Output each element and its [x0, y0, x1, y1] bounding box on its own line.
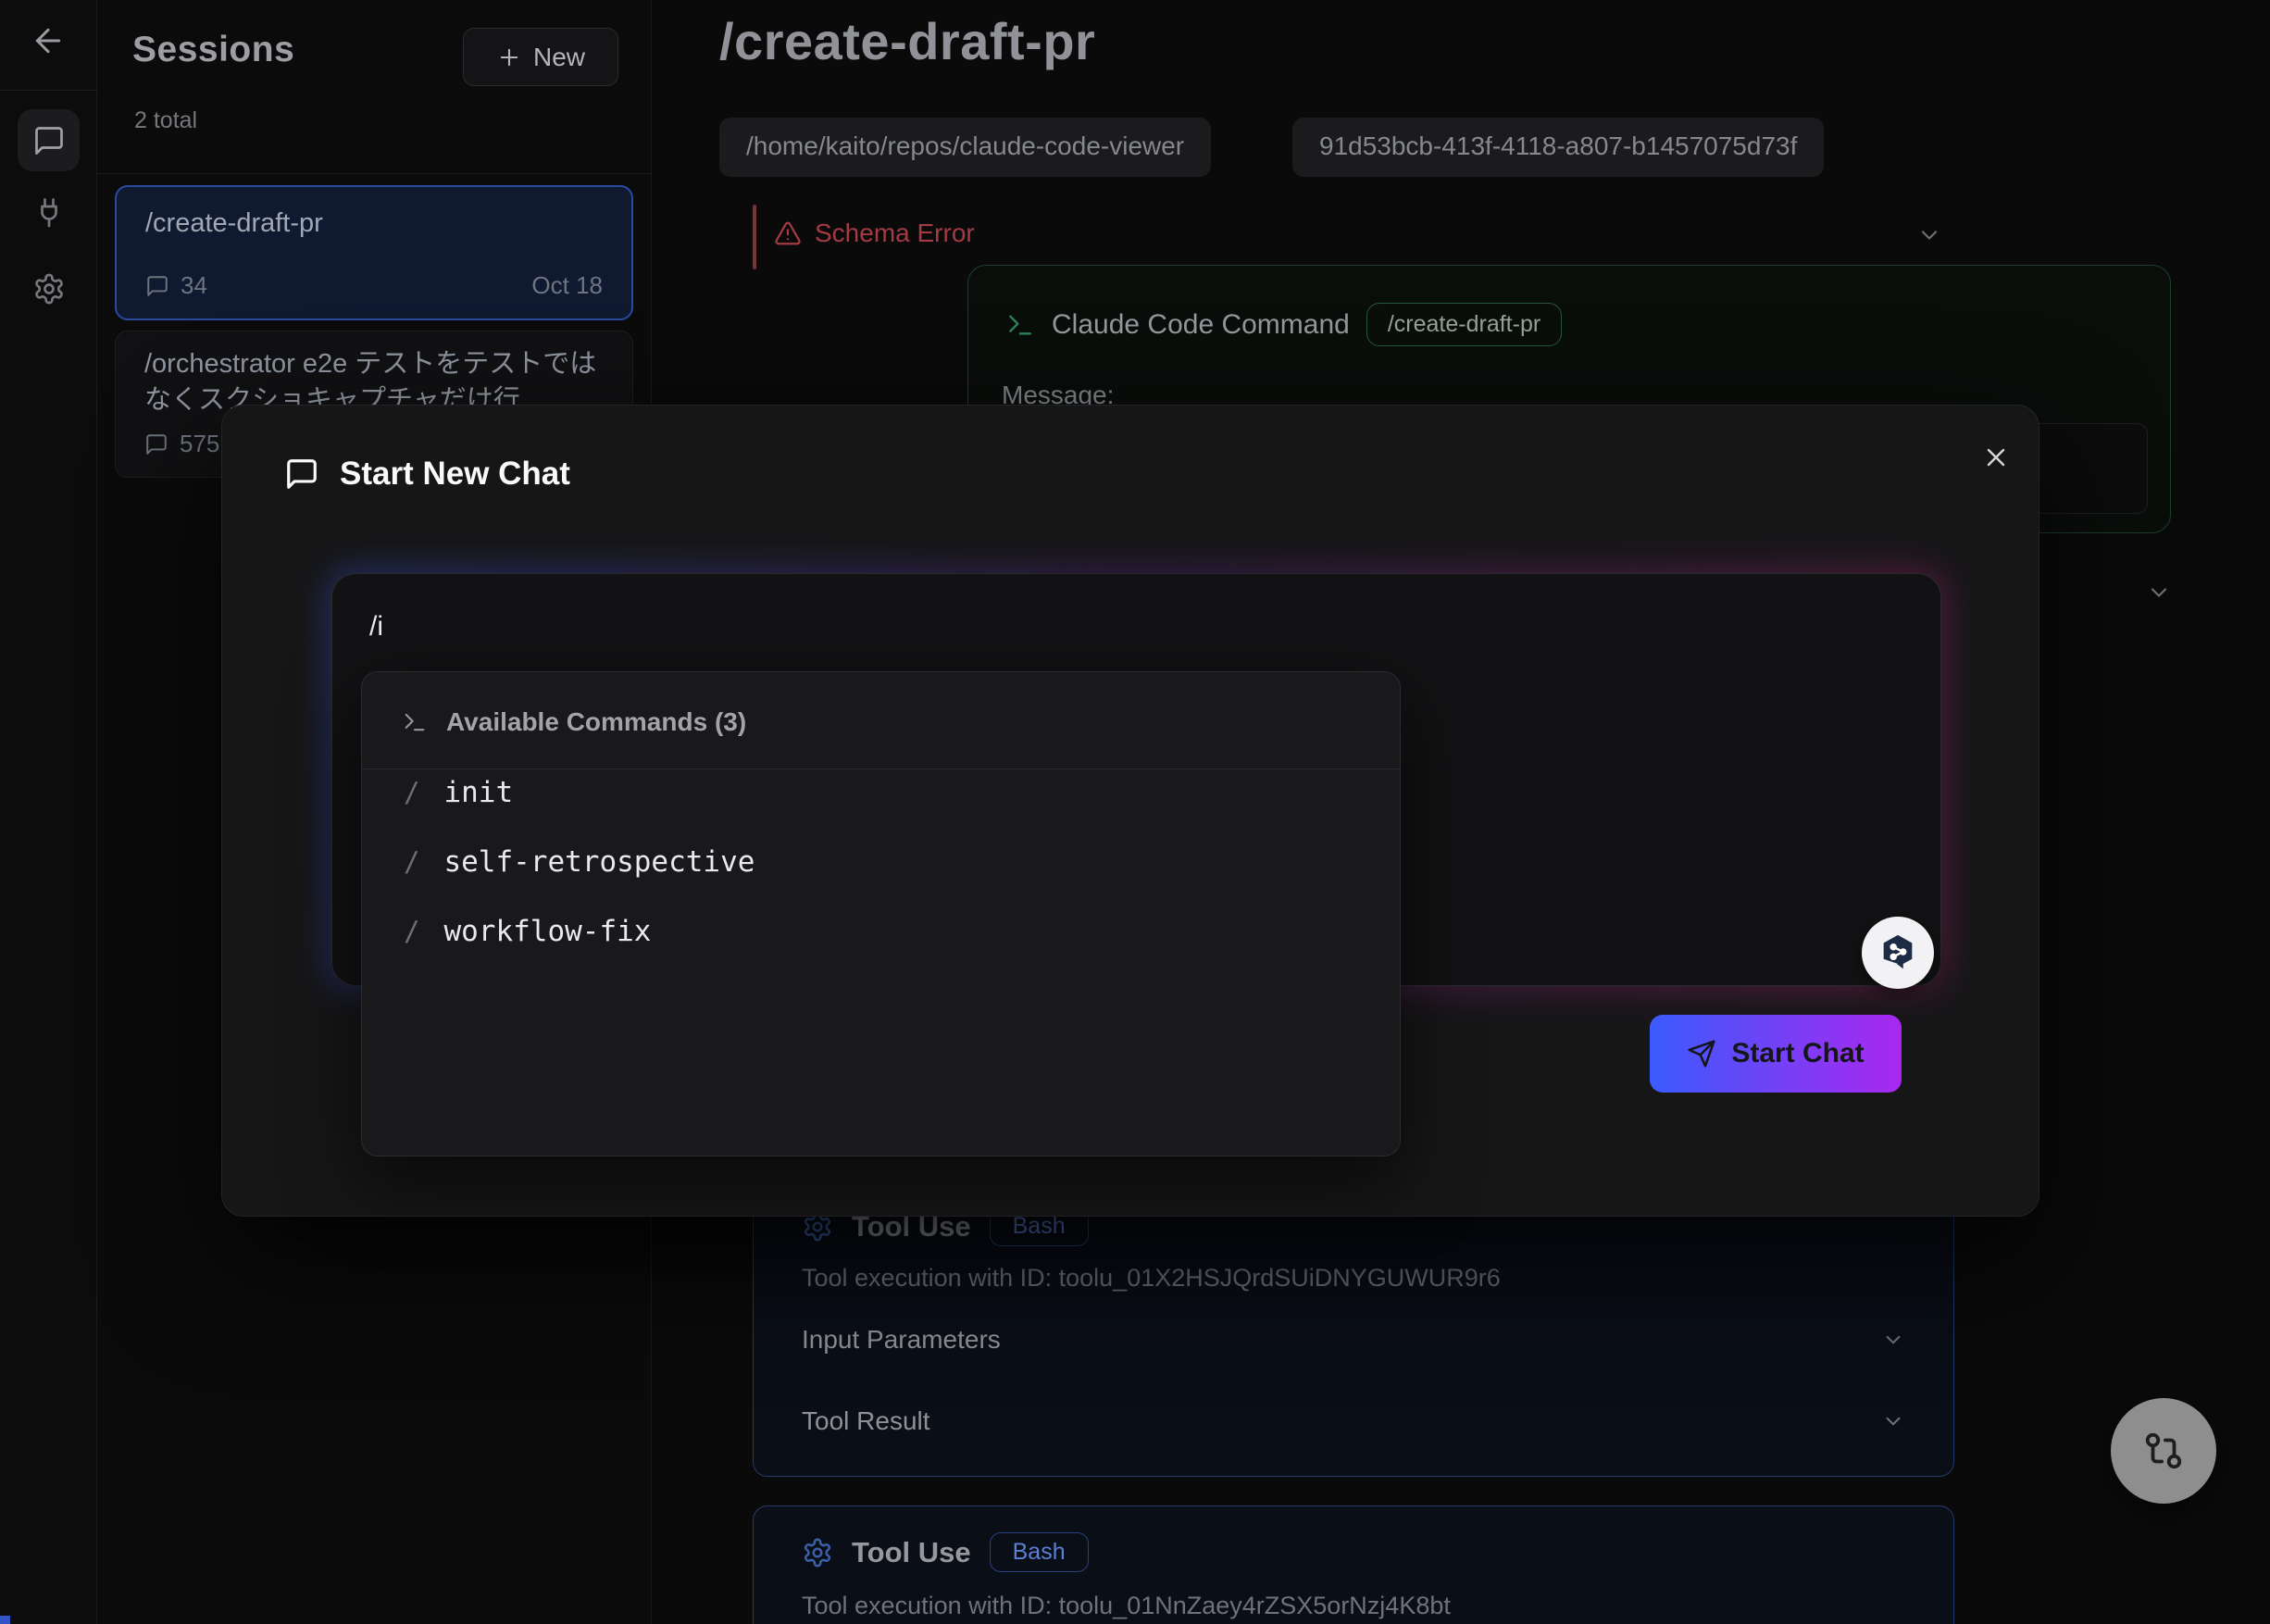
command-item-self-retrospective[interactable]: / self-retrospective — [404, 845, 755, 879]
start-chat-label: Start Chat — [1731, 1038, 1864, 1069]
chat-bubble-icon — [145, 274, 169, 298]
nav-sessions-button[interactable] — [18, 109, 80, 171]
tool-execution-id: Tool execution with ID: toolu_01NnZaey4r… — [802, 1592, 1451, 1620]
git-compare-fab[interactable] — [2111, 1398, 2216, 1504]
command-card-title: Claude Code Command — [1052, 309, 1350, 341]
tool-use-card: Tool Use Bash Tool execution with ID: to… — [753, 1187, 1954, 1477]
chat-bubble-icon — [144, 432, 168, 456]
tool-badge-bash: Bash — [990, 1532, 1089, 1572]
rail-divider — [0, 90, 97, 91]
plus-icon — [496, 44, 522, 70]
command-item-workflow-fix[interactable]: / workflow-fix — [404, 915, 651, 948]
nav-settings-button[interactable] — [18, 257, 80, 319]
icon-rail — [0, 0, 97, 1624]
chevron-down-icon — [1881, 1328, 1905, 1352]
terminal-icon — [1005, 310, 1035, 340]
command-name: workflow-fix — [443, 915, 651, 948]
chevron-down-icon[interactable] — [2146, 580, 2172, 606]
input-parameters-label: Input Parameters — [802, 1325, 1001, 1355]
session-card-create-draft-pr[interactable]: /create-draft-pr 34 Oct 18 — [115, 185, 633, 320]
terminal-icon — [402, 709, 428, 735]
page-title: /create-draft-pr — [719, 11, 1095, 71]
chat-bubble-icon — [32, 124, 66, 157]
modal-header: Start New Chat — [284, 456, 570, 493]
app-root: Sessions New 2 total /create-draft-pr 34… — [0, 0, 2270, 1624]
schema-error-label: Schema Error — [815, 219, 975, 248]
commands-dropdown-header: Available Commands (3) — [402, 707, 746, 737]
message-input-value: /i — [369, 611, 383, 643]
commands-dropdown: Available Commands (3) / init / self-ret… — [361, 671, 1401, 1156]
slash-prefix: / — [404, 916, 419, 947]
modal-title: Start New Chat — [340, 456, 570, 493]
chat-bubble-icon — [284, 456, 319, 492]
new-session-button[interactable]: New — [463, 28, 618, 86]
start-new-chat-modal: Start New Chat /i Available Commands (3)… — [221, 405, 2039, 1217]
arrow-left-icon — [30, 22, 67, 59]
dropdown-divider — [362, 768, 1400, 769]
tool-use-title: Tool Use — [852, 1536, 971, 1569]
command-name: init — [443, 776, 513, 809]
sessions-title: Sessions — [132, 30, 294, 70]
session-count-value: 34 — [181, 271, 207, 300]
start-chat-button[interactable]: Start Chat — [1650, 1015, 1902, 1093]
session-id-chip[interactable]: 91d53bcb-413f-4118-a807-b1457075d73f — [1292, 118, 1824, 177]
slash-prefix: / — [404, 846, 419, 878]
gear-icon — [32, 272, 66, 306]
command-badge: /create-draft-pr — [1366, 303, 1562, 346]
warning-triangle-icon — [774, 219, 802, 247]
command-name: self-retrospective — [443, 845, 755, 879]
share-chat-icon — [1877, 931, 1919, 974]
sessions-divider — [97, 173, 652, 174]
sessions-total: 2 total — [134, 107, 197, 134]
schema-error[interactable]: Schema Error — [774, 219, 975, 248]
bottom-left-accent — [0, 1616, 10, 1624]
repo-path-chip[interactable]: /home/kaito/repos/claude-code-viewer — [719, 118, 1211, 177]
gear-icon — [802, 1537, 833, 1568]
nav-mcp-button[interactable] — [18, 181, 80, 243]
session-message-count: 575 — [144, 430, 219, 458]
back-button[interactable] — [24, 17, 72, 65]
git-compare-icon — [2142, 1430, 2185, 1472]
available-commands-label: Available Commands (3) — [446, 707, 746, 737]
tool-use-card: Tool Use Bash Tool execution with ID: to… — [753, 1505, 1954, 1624]
command-item-init[interactable]: / init — [404, 776, 513, 809]
tool-execution-id: Tool execution with ID: toolu_01X2HSJQrd… — [802, 1264, 1501, 1293]
input-parameters-section[interactable]: Input Parameters — [802, 1325, 1905, 1355]
close-icon — [1981, 443, 2011, 472]
slash-prefix: / — [404, 777, 419, 808]
schema-error-bar — [753, 205, 756, 269]
tool-result-label: Tool Result — [802, 1406, 930, 1436]
tool-result-section[interactable]: Tool Result — [802, 1406, 1905, 1436]
new-session-label: New — [533, 43, 585, 72]
session-message-count: 34 — [145, 271, 207, 300]
plug-icon — [32, 195, 66, 229]
chevron-down-icon — [1881, 1409, 1905, 1433]
extension-badge[interactable] — [1862, 917, 1934, 989]
send-icon — [1687, 1039, 1716, 1068]
session-date: Oct 18 — [531, 271, 603, 300]
session-count-value: 575 — [180, 430, 219, 458]
close-button[interactable] — [1974, 435, 2018, 480]
chevron-down-icon[interactable] — [1916, 222, 1942, 248]
session-title: /create-draft-pr — [145, 206, 608, 242]
